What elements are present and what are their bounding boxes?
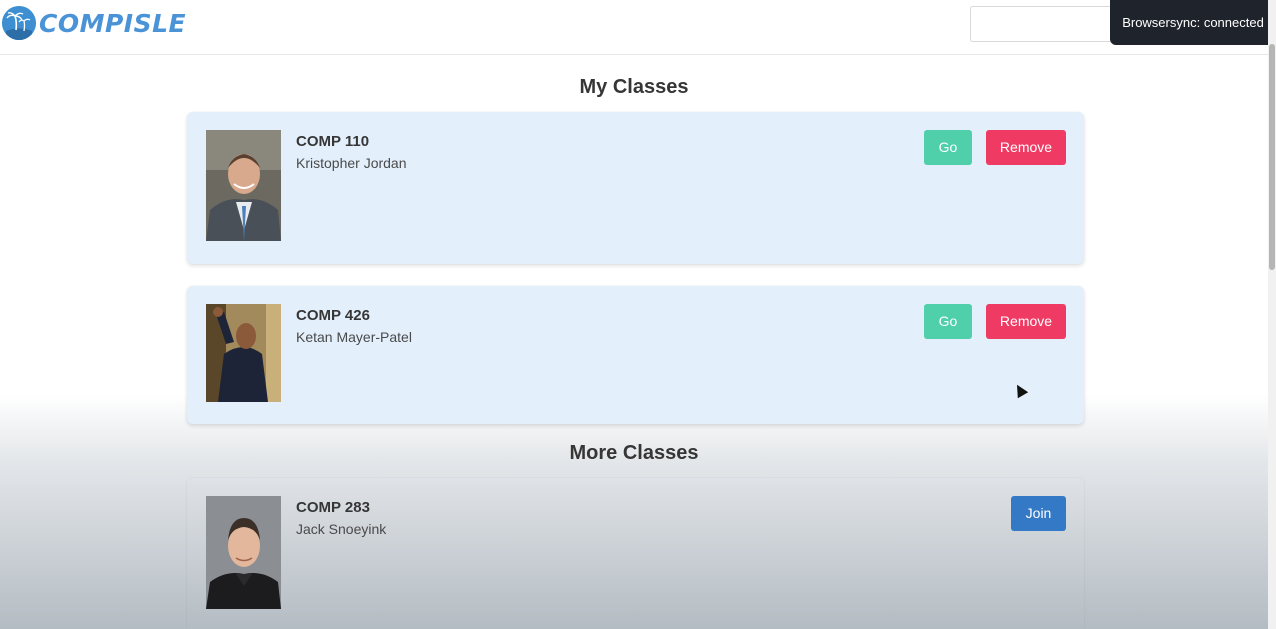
course-code: COMP 110 [296,133,370,150]
class-card-comp426: COMP 426 Ketan Mayer-Patel Go Remove [187,286,1084,424]
top-navbar: COMPISLE [0,0,1268,55]
instructor-photo [206,130,281,241]
go-button[interactable]: Go [924,130,972,165]
join-button[interactable]: Join [1011,496,1066,531]
search-input[interactable] [970,6,1132,42]
scrollbar[interactable] [1268,0,1276,629]
class-card-comp110: COMP 110 Kristopher Jordan Go Remove [187,112,1084,264]
compisle-logo[interactable]: COMPISLE [2,6,186,40]
instructor-name: Kristopher Jordan [296,155,407,171]
remove-button[interactable]: Remove [986,304,1066,339]
class-card-comp283: COMP 283 Jack Snoeyink Join [187,478,1084,629]
logo-text: COMPISLE [39,8,187,38]
my-classes-heading: My Classes [579,76,689,98]
browsersync-notification: Browsersync: connected [1110,0,1276,45]
island-logo-icon [2,6,36,40]
course-code: COMP 426 [296,307,370,324]
instructor-photo [206,496,281,609]
remove-button[interactable]: Remove [986,130,1066,165]
scrollbar-thumb[interactable] [1269,44,1275,270]
more-classes-heading: More Classes [569,442,699,464]
go-button[interactable]: Go [924,304,972,339]
instructor-name: Ketan Mayer-Patel [296,329,412,345]
course-code: COMP 283 [296,499,370,516]
instructor-name: Jack Snoeyink [296,521,387,537]
instructor-photo [206,304,281,402]
